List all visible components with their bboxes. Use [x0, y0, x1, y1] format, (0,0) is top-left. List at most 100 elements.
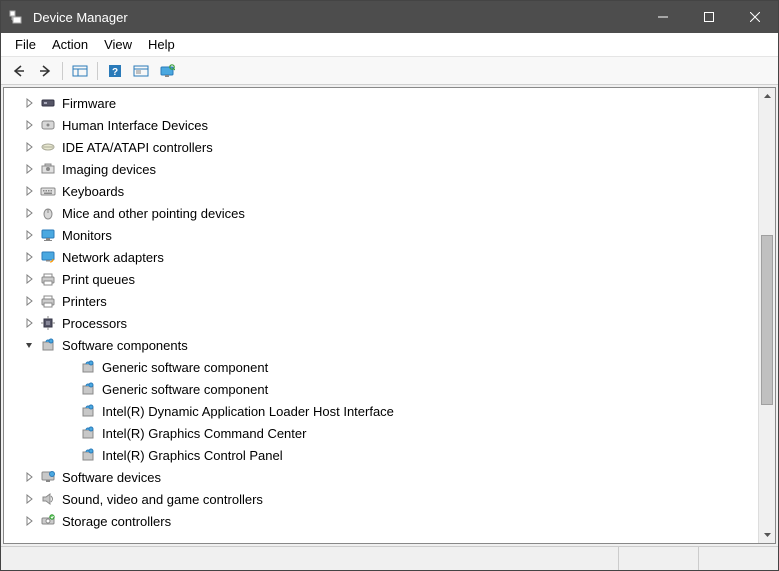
expander-placeholder	[62, 360, 76, 374]
imaging-icon	[40, 161, 56, 177]
device-tree[interactable]: Firmware Human Interface Devices IDE ATA/A…	[4, 88, 758, 543]
tree-node-label: Firmware	[62, 96, 116, 111]
tree-node[interactable]: Imaging devices	[4, 158, 758, 180]
tree-node[interactable]: Intel(R) Graphics Control Panel	[4, 444, 758, 466]
tree-node-label: Software devices	[62, 470, 161, 485]
scroll-thumb[interactable]	[761, 235, 773, 405]
component-icon	[80, 381, 96, 397]
tree-node-label: Intel(R) Dynamic Application Loader Host…	[102, 404, 394, 419]
statusbar	[1, 546, 778, 570]
tree-node[interactable]: Generic software component	[4, 356, 758, 378]
chevron-right-icon[interactable]	[22, 514, 36, 528]
status-cell-3	[698, 547, 778, 570]
titlebar: Device Manager	[1, 1, 778, 33]
tree-node[interactable]: Printers	[4, 290, 758, 312]
tree-node[interactable]: Storage controllers	[4, 510, 758, 532]
component-icon	[80, 447, 96, 463]
chevron-right-icon[interactable]	[22, 96, 36, 110]
tree-node-label: Keyboards	[62, 184, 124, 199]
chevron-right-icon[interactable]	[22, 250, 36, 264]
chevron-right-icon[interactable]	[22, 228, 36, 242]
show-hide-console-button[interactable]	[68, 60, 92, 82]
menubar: File Action View Help	[1, 33, 778, 57]
chevron-right-icon[interactable]	[22, 140, 36, 154]
tree-node-label: Storage controllers	[62, 514, 171, 529]
tree-node[interactable]: Intel(R) Dynamic Application Loader Host…	[4, 400, 758, 422]
tree-node-label: Mice and other pointing devices	[62, 206, 245, 221]
forward-button[interactable]	[33, 60, 57, 82]
expander-placeholder	[62, 426, 76, 440]
tree-node-label: Intel(R) Graphics Control Panel	[102, 448, 283, 463]
menu-action[interactable]: Action	[44, 35, 96, 54]
firmware-icon	[40, 95, 56, 111]
close-button[interactable]	[732, 1, 778, 33]
help-button[interactable]: ?	[103, 60, 127, 82]
tree-node-label: Generic software component	[102, 360, 268, 375]
sound-icon	[40, 491, 56, 507]
chevron-right-icon[interactable]	[22, 184, 36, 198]
softdev-icon	[40, 469, 56, 485]
tree-node-label: Processors	[62, 316, 127, 331]
tree-node[interactable]: Software components	[4, 334, 758, 356]
status-cell-main	[1, 547, 618, 570]
menu-help[interactable]: Help	[140, 35, 183, 54]
vertical-scrollbar[interactable]	[758, 88, 775, 543]
monitor-icon	[40, 227, 56, 243]
chevron-right-icon[interactable]	[22, 492, 36, 506]
tree-node[interactable]: Sound, video and game controllers	[4, 488, 758, 510]
tree-node[interactable]: Processors	[4, 312, 758, 334]
chevron-right-icon[interactable]	[22, 118, 36, 132]
tree-node-label: Imaging devices	[62, 162, 156, 177]
back-button[interactable]	[7, 60, 31, 82]
menu-file[interactable]: File	[7, 35, 44, 54]
tree-node-label: Printers	[62, 294, 107, 309]
printer-icon	[40, 293, 56, 309]
properties-button[interactable]	[129, 60, 153, 82]
maximize-button[interactable]	[686, 1, 732, 33]
tree-node-label: Print queues	[62, 272, 135, 287]
chevron-down-icon[interactable]	[22, 338, 36, 352]
scroll-up-button[interactable]	[759, 88, 775, 105]
minimize-button[interactable]	[640, 1, 686, 33]
expander-placeholder	[62, 382, 76, 396]
tree-node[interactable]: Generic software component	[4, 378, 758, 400]
toolbar-separator	[62, 62, 63, 80]
svg-text:?: ?	[112, 67, 118, 78]
status-cell-2	[618, 547, 698, 570]
tree-node[interactable]: Software devices	[4, 466, 758, 488]
chevron-right-icon[interactable]	[22, 272, 36, 286]
chevron-right-icon[interactable]	[22, 470, 36, 484]
menu-view[interactable]: View	[96, 35, 140, 54]
component-icon	[40, 337, 56, 353]
tree-node-label: Software components	[62, 338, 188, 353]
chevron-right-icon[interactable]	[22, 294, 36, 308]
tree-node[interactable]: Print queues	[4, 268, 758, 290]
printer-icon	[40, 271, 56, 287]
tree-node[interactable]: Monitors	[4, 224, 758, 246]
tree-node[interactable]: IDE ATA/ATAPI controllers	[4, 136, 758, 158]
processor-icon	[40, 315, 56, 331]
tree-node-label: Monitors	[62, 228, 112, 243]
tree-node-label: Generic software component	[102, 382, 268, 397]
chevron-right-icon[interactable]	[22, 162, 36, 176]
tree-node[interactable]: Mice and other pointing devices	[4, 202, 758, 224]
scan-hardware-button[interactable]	[155, 60, 179, 82]
toolbar: ?	[1, 57, 778, 85]
scroll-down-button[interactable]	[759, 526, 775, 543]
tree-node-label: Sound, video and game controllers	[62, 492, 263, 507]
tree-node[interactable]: Intel(R) Graphics Command Center	[4, 422, 758, 444]
chevron-right-icon[interactable]	[22, 206, 36, 220]
component-icon	[80, 359, 96, 375]
toolbar-separator	[97, 62, 98, 80]
tree-node-label: Network adapters	[62, 250, 164, 265]
expander-placeholder	[62, 404, 76, 418]
tree-node[interactable]: Network adapters	[4, 246, 758, 268]
chevron-right-icon[interactable]	[22, 316, 36, 330]
tree-node[interactable]: Firmware	[4, 92, 758, 114]
app-icon	[9, 9, 25, 25]
window-title: Device Manager	[33, 10, 128, 25]
tree-node[interactable]: Human Interface Devices	[4, 114, 758, 136]
tree-node[interactable]: Keyboards	[4, 180, 758, 202]
hid-icon	[40, 117, 56, 133]
tree-node-label: Human Interface Devices	[62, 118, 208, 133]
